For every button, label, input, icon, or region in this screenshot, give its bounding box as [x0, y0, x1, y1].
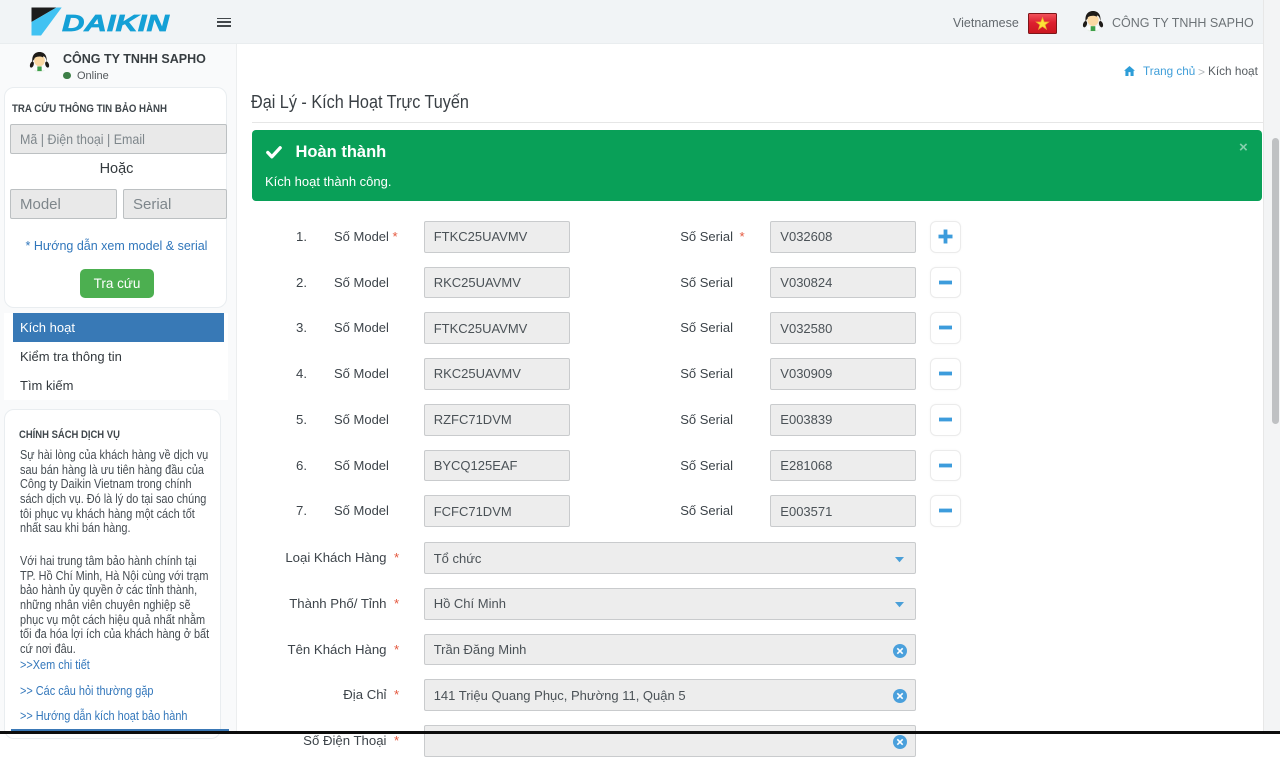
svg-text:DAIKIN: DAIKIN: [62, 10, 170, 36]
